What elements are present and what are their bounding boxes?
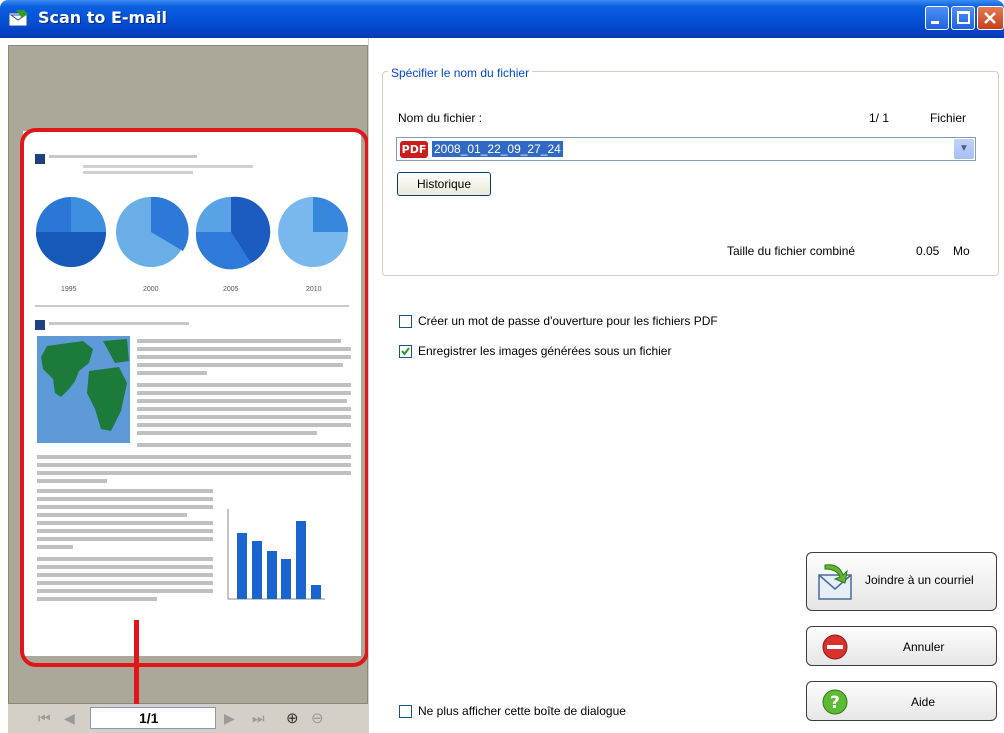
svg-text:?: ? [830,693,840,713]
save-images-checkbox-label[interactable]: Enregistrer les images générées sous un … [418,344,671,358]
first-page-icon[interactable]: ⏮ [38,710,51,727]
zoom-in-icon[interactable]: ⊕ [286,709,299,727]
history-button[interactable]: Historique [397,172,491,196]
last-page-icon[interactable]: ⏭ [252,710,265,727]
settings-pane: Spécifier le nom du fichier Nom du fichi… [368,38,1004,733]
attach-button-label: Joindre à un courriel [865,573,974,587]
window-title: Scan to E-mail [38,8,167,27]
help-icon: ? [822,689,848,715]
password-checkbox[interactable] [399,315,412,328]
combined-size-value: 0.05 [916,244,940,258]
next-page-icon[interactable]: ▶ [224,710,235,727]
close-icon [984,12,996,24]
filename-value[interactable]: 2008_01_22_09_27_24 [432,141,563,157]
page-navigation-bar: ⏮ ◀ 1/1 ▶ ⏭ ⊕ ⊖ [8,704,368,733]
attach-to-email-button[interactable]: Joindre à un courriel [806,552,997,611]
title-bar: Scan to E-mail [0,0,1004,38]
close-button[interactable] [977,6,1004,30]
cancel-icon [822,634,848,660]
preview-highlight-frame [20,128,369,667]
minimize-button[interactable] [925,6,949,30]
save-images-checkbox[interactable] [399,345,412,358]
combined-size-label: Taille du fichier combiné [727,244,856,258]
dont-show-checkbox[interactable] [399,705,412,718]
dont-show-checkbox-label[interactable]: Ne plus afficher cette boîte de dialogue [418,704,626,718]
pdf-icon: PDF [400,141,428,158]
scan-to-email-icon [8,10,28,27]
maximize-button[interactable] [951,6,975,30]
zoom-out-icon[interactable]: ⊖ [311,709,324,727]
maximize-icon [957,11,970,24]
combined-size-unit: Mo [953,244,970,258]
cancel-button-label: Annuler [903,640,945,654]
groupbox-legend: Spécifier le nom du fichier [388,66,533,80]
page-number-input[interactable]: 1/1 [90,707,216,729]
filename-label: Nom du fichier : [398,111,483,125]
chevron-down-icon[interactable]: ▼ [954,139,974,159]
password-checkbox-label[interactable]: Créer un mot de passe d'ouverture pour l… [418,314,718,328]
preview-pane[interactable]: 1995 2000 2005 2010 [8,45,369,704]
filename-combobox[interactable]: PDF 2008_01_22_09_27_24 ▼ [396,137,976,161]
file-unit-label: Fichier [930,111,967,125]
minimize-icon [931,21,939,24]
file-counter: 1/ 1 [869,111,890,125]
cancel-button[interactable]: Annuler [806,626,997,666]
help-button-label: Aide [911,695,936,709]
help-button[interactable]: ? Aide [806,681,997,721]
checkmark-icon [401,347,410,356]
attach-email-icon [818,564,852,600]
previous-page-icon[interactable]: ◀ [64,710,75,727]
